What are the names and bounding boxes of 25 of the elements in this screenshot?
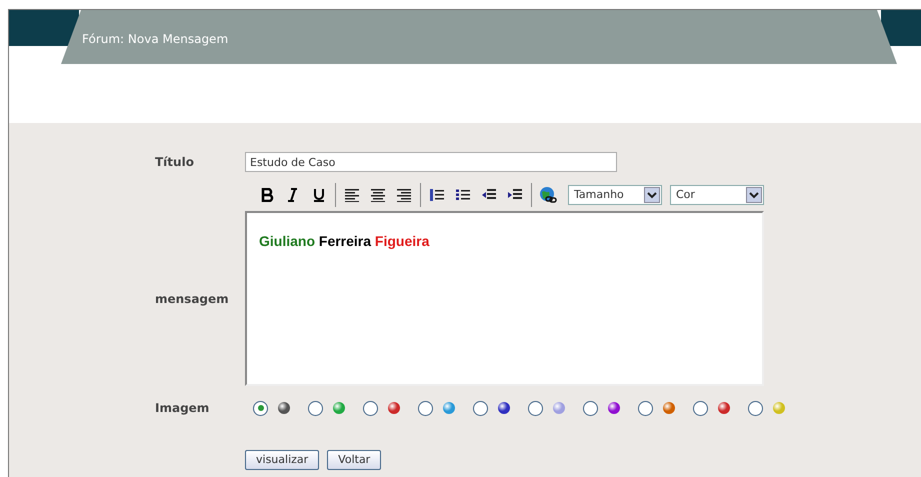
header-corner [9, 10, 79, 46]
message-editor[interactable]: Giuliano Ferreira Figueira [245, 211, 764, 386]
header-corner [881, 10, 921, 46]
caret-icon [647, 191, 657, 199]
radio-button[interactable] [418, 400, 433, 416]
dropdown[interactable]: Tamanho [568, 185, 662, 205]
radio-button[interactable] [638, 400, 653, 416]
page-title: Fórum: Nova Mensagem [82, 31, 228, 48]
radio-button[interactable] [253, 400, 268, 416]
field-label: Imagem [155, 400, 210, 417]
preview-button[interactable]: visualizar [245, 450, 320, 470]
message-text: Giuliano Ferreira Figueira [259, 232, 430, 251]
caret-icon [749, 191, 759, 199]
radio-button[interactable] [693, 400, 708, 416]
field-label: Título [155, 154, 195, 171]
radio-button[interactable] [308, 400, 323, 416]
radio-button[interactable] [583, 400, 598, 416]
field-label: mensagem [155, 290, 230, 308]
back-button[interactable]: Voltar [327, 450, 382, 470]
radio-button[interactable] [748, 400, 763, 416]
radio-button[interactable] [363, 400, 378, 416]
title-input[interactable]: Estudo de Caso [245, 152, 617, 172]
dropdown[interactable]: Cor [670, 185, 764, 205]
radio-button[interactable] [528, 400, 543, 416]
radio-button[interactable] [473, 400, 488, 416]
